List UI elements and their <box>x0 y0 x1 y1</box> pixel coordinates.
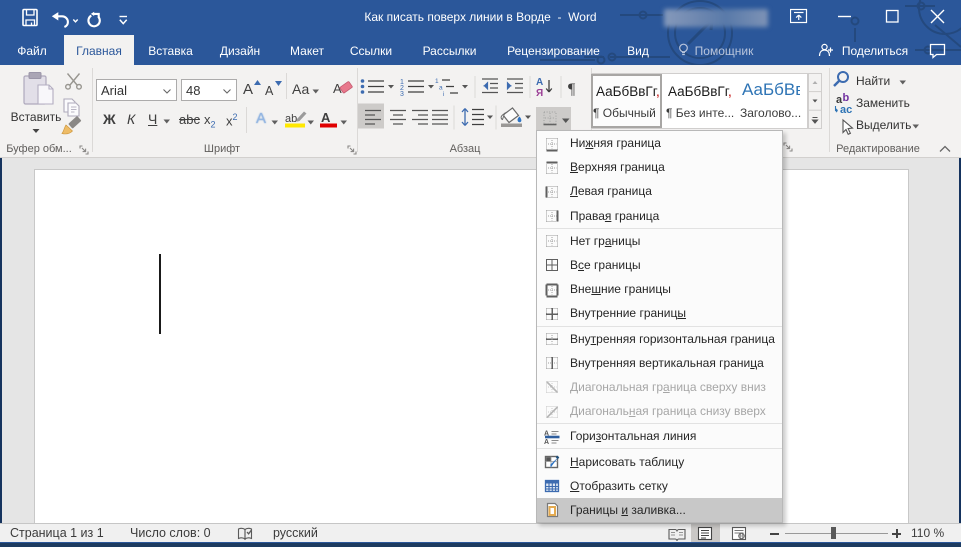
svg-text:А: А <box>536 77 543 88</box>
svg-text:b: b <box>843 92 850 104</box>
svg-text:ac: ac <box>840 104 852 116</box>
svg-text:Я: Я <box>536 88 543 99</box>
svg-text:A: A <box>544 439 549 445</box>
svg-text:3: 3 <box>400 91 404 98</box>
svg-text:¶: ¶ <box>568 81 576 98</box>
svg-text:i: i <box>443 91 444 98</box>
svg-text:ab: ab <box>285 113 297 125</box>
svg-text:А: А <box>321 110 331 125</box>
